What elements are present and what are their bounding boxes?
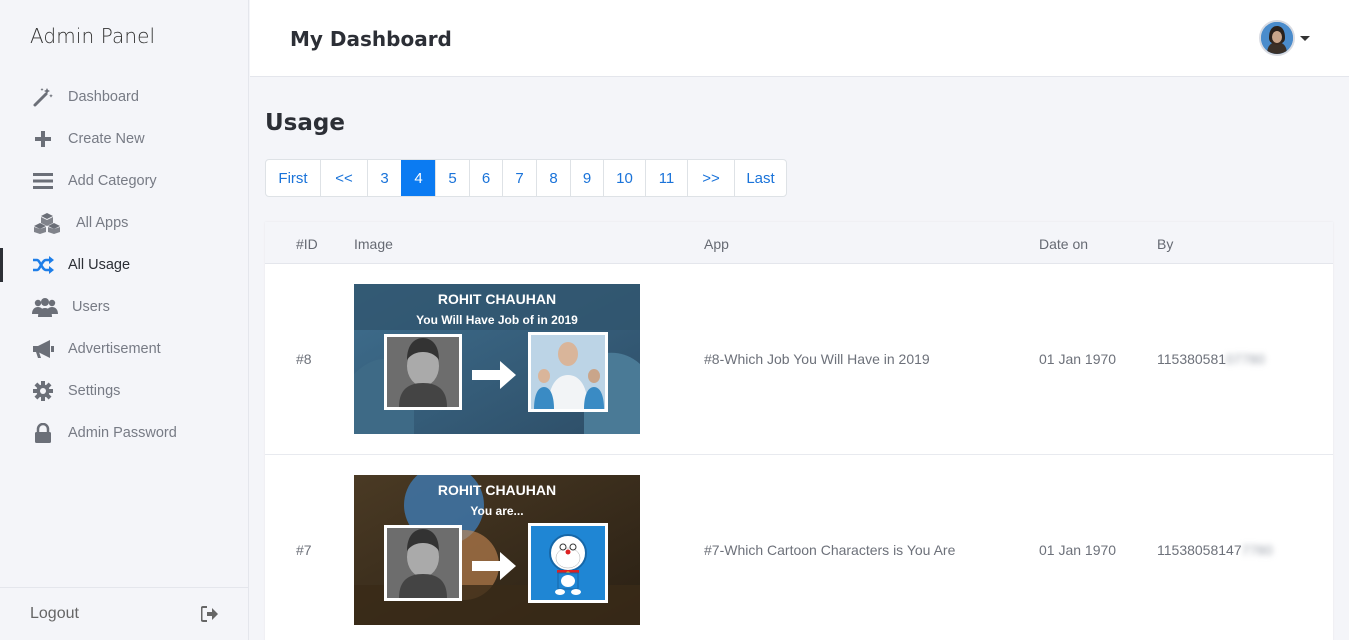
sign-out-icon	[201, 606, 219, 622]
page-10[interactable]: 10	[603, 160, 645, 196]
cubes-icon	[32, 212, 62, 234]
row-by-visible: 11538058147	[1157, 542, 1242, 558]
page-8[interactable]: 8	[536, 160, 570, 196]
row-id: #8	[296, 351, 312, 367]
users-icon	[32, 296, 58, 318]
avatar[interactable]	[1259, 20, 1295, 56]
page-11[interactable]: 11	[645, 160, 687, 196]
section-title: Usage	[265, 110, 345, 136]
sidebar-item-label: Dashboard	[68, 89, 139, 105]
column-header-app: App	[704, 236, 729, 252]
gear-icon	[32, 380, 54, 402]
pagination: First << 3 4 5 6 7 8 9 10 11 >> Last	[265, 159, 787, 197]
sidebar: Admin Panel Dashboard Create New Add Cat…	[0, 0, 249, 640]
page-next[interactable]: >>	[687, 160, 734, 196]
row-date: 01 Jan 1970	[1039, 542, 1117, 558]
sidebar-item-dashboard[interactable]: Dashboard	[0, 76, 249, 118]
sidebar-item-label: Create New	[68, 131, 145, 147]
plus-icon	[32, 128, 54, 150]
avatar-image	[1261, 22, 1293, 54]
shuffle-icon	[32, 254, 54, 276]
lock-icon	[32, 422, 54, 444]
page-5[interactable]: 5	[435, 160, 469, 196]
page-first[interactable]: First	[266, 160, 320, 196]
row-by-blurred: 07780	[1226, 351, 1265, 367]
row-by-visible: 115380581	[1157, 351, 1227, 367]
column-header-image: Image	[354, 236, 393, 252]
bars-icon	[32, 170, 54, 192]
sidebar-item-admin-password[interactable]: Admin Password	[0, 412, 249, 454]
brand-title: Admin Panel	[30, 24, 156, 48]
sidebar-item-label: All Apps	[76, 215, 129, 231]
page-9[interactable]: 9	[570, 160, 603, 196]
page-4[interactable]: 4	[401, 160, 435, 196]
logout-button[interactable]: Logout	[0, 587, 249, 640]
sidebar-item-all-usage[interactable]: All Usage	[0, 244, 249, 286]
column-header-date: Date on	[1039, 236, 1089, 252]
sidebar-item-label: All Usage	[68, 257, 131, 273]
row-image: ROHIT CHAUHAN You Will Have Job of in 20…	[354, 284, 640, 434]
page-prev[interactable]: <<	[320, 160, 367, 196]
sidebar-item-users[interactable]: Users	[0, 286, 249, 328]
column-header-id: #ID	[296, 236, 318, 252]
usage-table: #ID Image App Date on By #8 ROHIT CHAUHA…	[265, 222, 1333, 640]
row-id: #7	[296, 542, 312, 558]
sidebar-item-label: Settings	[68, 383, 121, 399]
topbar: My Dashboard	[250, 0, 1349, 77]
image-name-text: ROHIT CHAUHAN	[438, 482, 556, 498]
image-name-text: ROHIT CHAUHAN	[438, 291, 556, 307]
row-app: #8-Which Job You Will Have in 2019	[704, 351, 930, 367]
image-caption-text: You Will Have Job of in 2019	[416, 313, 578, 327]
table-row: #7 ROHIT CHAUHAN You are... #7-Which Car…	[265, 455, 1333, 640]
sidebar-item-add-category[interactable]: Add Category	[0, 160, 249, 202]
row-by: 11538058107780	[1157, 351, 1265, 367]
sidebar-item-advertisement[interactable]: Advertisement	[0, 328, 249, 370]
sidebar-item-label: Add Category	[68, 173, 157, 189]
chevron-down-icon[interactable]	[1300, 36, 1310, 41]
sidebar-item-all-apps[interactable]: All Apps	[0, 202, 249, 244]
megaphone-icon	[32, 338, 54, 360]
page-3[interactable]: 3	[367, 160, 401, 196]
sidebar-item-create-new[interactable]: Create New	[0, 118, 249, 160]
row-by-blurred: 7780	[1241, 542, 1273, 558]
image-caption-text: You are...	[470, 504, 523, 518]
sidebar-item-label: Advertisement	[68, 341, 161, 357]
magic-wand-icon	[32, 86, 54, 108]
row-image: ROHIT CHAUHAN You are...	[354, 475, 640, 625]
logout-label: Logout	[30, 605, 79, 622]
sidebar-item-label: Admin Password	[68, 425, 177, 441]
table-row: #8 ROHIT CHAUHAN You Will Have Job of in…	[265, 264, 1333, 455]
row-app: #7-Which Cartoon Characters is You Are	[704, 542, 956, 558]
sidebar-item-settings[interactable]: Settings	[0, 370, 249, 412]
page-last[interactable]: Last	[734, 160, 786, 196]
row-by: 115380581477780	[1157, 542, 1273, 558]
page-7[interactable]: 7	[502, 160, 536, 196]
column-header-by: By	[1157, 236, 1174, 252]
row-date: 01 Jan 1970	[1039, 351, 1117, 367]
page-6[interactable]: 6	[469, 160, 502, 196]
table-header: #ID Image App Date on By	[265, 222, 1333, 264]
sidebar-nav: Dashboard Create New Add Category All Ap…	[0, 76, 249, 454]
sidebar-item-label: Users	[72, 299, 110, 315]
page-title: My Dashboard	[290, 27, 452, 51]
